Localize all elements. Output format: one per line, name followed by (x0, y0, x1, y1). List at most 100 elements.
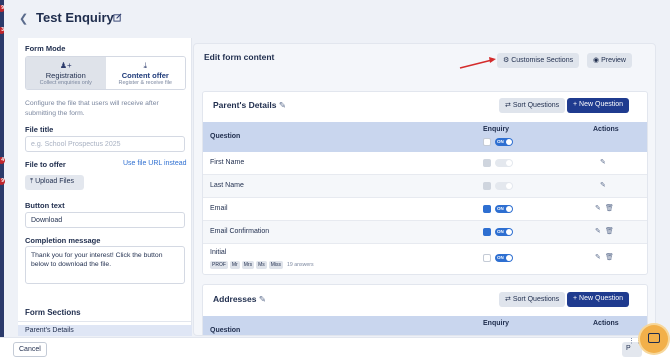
customise-sections-button[interactable]: ⚙ Customise Sections (497, 53, 580, 68)
mode-registration[interactable]: ♟+ Registration Collect enquiries only (26, 57, 106, 89)
enquiry-all-toggle[interactable]: ON (495, 138, 513, 146)
enquiry-checkbox[interactable] (483, 228, 491, 236)
enquiry-checkbox (483, 159, 491, 167)
edit-icon[interactable]: ✎ (279, 100, 286, 110)
new-question-label: New Question (579, 101, 624, 108)
section-title: Addresses ✎ (213, 294, 266, 304)
col-enquiry: Enquiry (483, 126, 510, 133)
enquiry-toggle (495, 159, 513, 167)
back-icon[interactable]: ❮ (19, 12, 28, 25)
table-row: Initial PROF Mr Mrs Ms Miss 19 answers O… (203, 244, 647, 274)
sort-label: Sort Questions (512, 296, 560, 303)
table-row: First Name ✎ (203, 152, 647, 175)
sort-questions-button[interactable]: ⇄ Sort Questions (499, 292, 566, 307)
answer-chips: PROF Mr Mrs Ms Miss 19 answers (210, 261, 314, 269)
enquiry-toggle[interactable]: ON (495, 228, 513, 236)
mode-subtitle: Register & receive file (118, 80, 173, 86)
form-settings-panel: Form Mode ♟+ Registration Collect enquir… (18, 38, 192, 336)
file-url-link[interactable]: Use file URL instead (123, 160, 187, 167)
enquiry-toggle (495, 182, 513, 190)
mode-content-offer[interactable]: ⤓ Content offer Register & receive file (105, 57, 185, 89)
gear-icon: ⚙ (503, 57, 510, 64)
answer-chip: Ms (256, 261, 267, 269)
question-label: Email Confirmation (210, 228, 270, 235)
edit-icon[interactable]: ✎ (600, 158, 606, 166)
new-question-label: New Question (579, 295, 624, 302)
button-text-input[interactable]: Download (25, 212, 185, 228)
shuffle-icon: ⇄ (505, 102, 511, 109)
upload-label: Upload Files (35, 178, 74, 185)
enquiry-toggle[interactable]: ON (495, 205, 513, 213)
plus-icon: + (573, 295, 578, 302)
question-label: Last Name (210, 182, 244, 189)
sort-questions-button[interactable]: ⇄ Sort Questions (499, 98, 566, 113)
file-title-label: File title (25, 125, 54, 134)
left-rail: 9 3 4 9 (0, 0, 5, 359)
mode-description: Configure the file that users will recei… (25, 100, 159, 117)
rail-badge: 4 (0, 157, 5, 164)
completion-message-label: Completion message (25, 236, 101, 245)
answer-count: 19 answers (287, 262, 314, 268)
sort-label: Sort Questions (512, 102, 560, 109)
cancel-button[interactable]: Cancel (13, 342, 47, 357)
trash-icon[interactable]: 🗑 (605, 227, 614, 235)
col-actions: Actions (593, 320, 619, 327)
table-header: Question Enquiry ON Actions (203, 122, 647, 152)
section-card: Addresses ✎ ⇄ Sort Questions + New Quest… (202, 284, 648, 335)
form-sections-label: Form Sections (25, 308, 81, 317)
page-title: Test Enquiry (36, 10, 114, 25)
preview-label: Preview (601, 57, 626, 64)
shuffle-icon: ⇄ (505, 296, 511, 303)
edit-form-title: Edit form content (204, 52, 275, 62)
table-row: Email ON ✎ 🗑 (203, 198, 647, 221)
edit-icon[interactable]: ✎ (259, 294, 266, 304)
new-question-button[interactable]: + New Question (567, 292, 630, 307)
rail-badge: 9 (0, 178, 5, 185)
preview-button[interactable]: ◉ Preview (587, 53, 632, 68)
eye-icon: ◉ (593, 57, 600, 64)
edit-icon[interactable]: ✎ (595, 253, 601, 261)
edit-title-icon[interactable] (113, 13, 122, 22)
section-card: Parent's Details ✎ ⇄ Sort Questions + Ne… (202, 91, 648, 275)
edit-icon[interactable]: ✎ (595, 227, 601, 235)
mode-title: Content offer (121, 71, 169, 80)
edit-icon[interactable]: ✎ (595, 204, 601, 212)
file-to-offer-label: File to offer (25, 160, 66, 169)
form-section-item[interactable]: Parent's Details (18, 325, 192, 336)
edit-icon[interactable]: ✎ (600, 181, 606, 189)
enquiry-checkbox[interactable] (483, 205, 491, 213)
download-icon: ⤓ (143, 61, 148, 70)
table-header: Question Enquiry Actions (203, 316, 647, 335)
edit-form-content-panel: Edit form content ⚙ Customise Sections ◉… (193, 43, 656, 336)
col-enquiry: Enquiry (483, 320, 510, 327)
form-mode-toggle: ♟+ Registration Collect enquiries only ⤓… (25, 56, 186, 90)
enquiry-checkbox[interactable] (483, 254, 491, 262)
enquiry-toggle[interactable]: ON (495, 254, 513, 262)
mode-subtitle: Collect enquiries only (39, 80, 92, 86)
trash-icon[interactable]: 🗑 (605, 253, 614, 261)
upload-files-button[interactable]: ⤒ Upload Files (25, 175, 84, 190)
new-question-button[interactable]: + New Question (567, 98, 630, 113)
footer-bar: Cancel P (0, 337, 670, 359)
trash-icon[interactable]: 🗑 (605, 204, 614, 212)
upload-icon: ⤒ (30, 178, 34, 185)
question-label: First Name (210, 159, 245, 166)
answer-chip: PROF (210, 261, 228, 269)
plus-icon: + (573, 101, 578, 108)
file-title-input[interactable]: e.g. School Prospectus 2025 (25, 136, 185, 152)
form-mode-label: Form Mode (25, 44, 66, 53)
enquiry-checkbox (483, 182, 491, 190)
enquiry-select-all-checkbox[interactable] (483, 138, 491, 146)
table-row: Last Name ✎ (203, 175, 647, 198)
divider (18, 321, 192, 322)
chat-launcher-button[interactable] (640, 325, 668, 353)
completion-message-input[interactable]: Thank you for your interest! Click the b… (25, 246, 185, 284)
col-question: Question (210, 327, 241, 334)
table-row: Email Confirmation ON ✎ 🗑 (203, 221, 647, 244)
col-question: Question (210, 133, 241, 140)
red-arrow-annotation (459, 57, 496, 69)
customise-label: Customise Sections (511, 57, 574, 64)
add-user-icon: ♟+ (59, 61, 72, 70)
chat-icon (648, 333, 660, 343)
section-title: Parent's Details ✎ (213, 100, 286, 110)
